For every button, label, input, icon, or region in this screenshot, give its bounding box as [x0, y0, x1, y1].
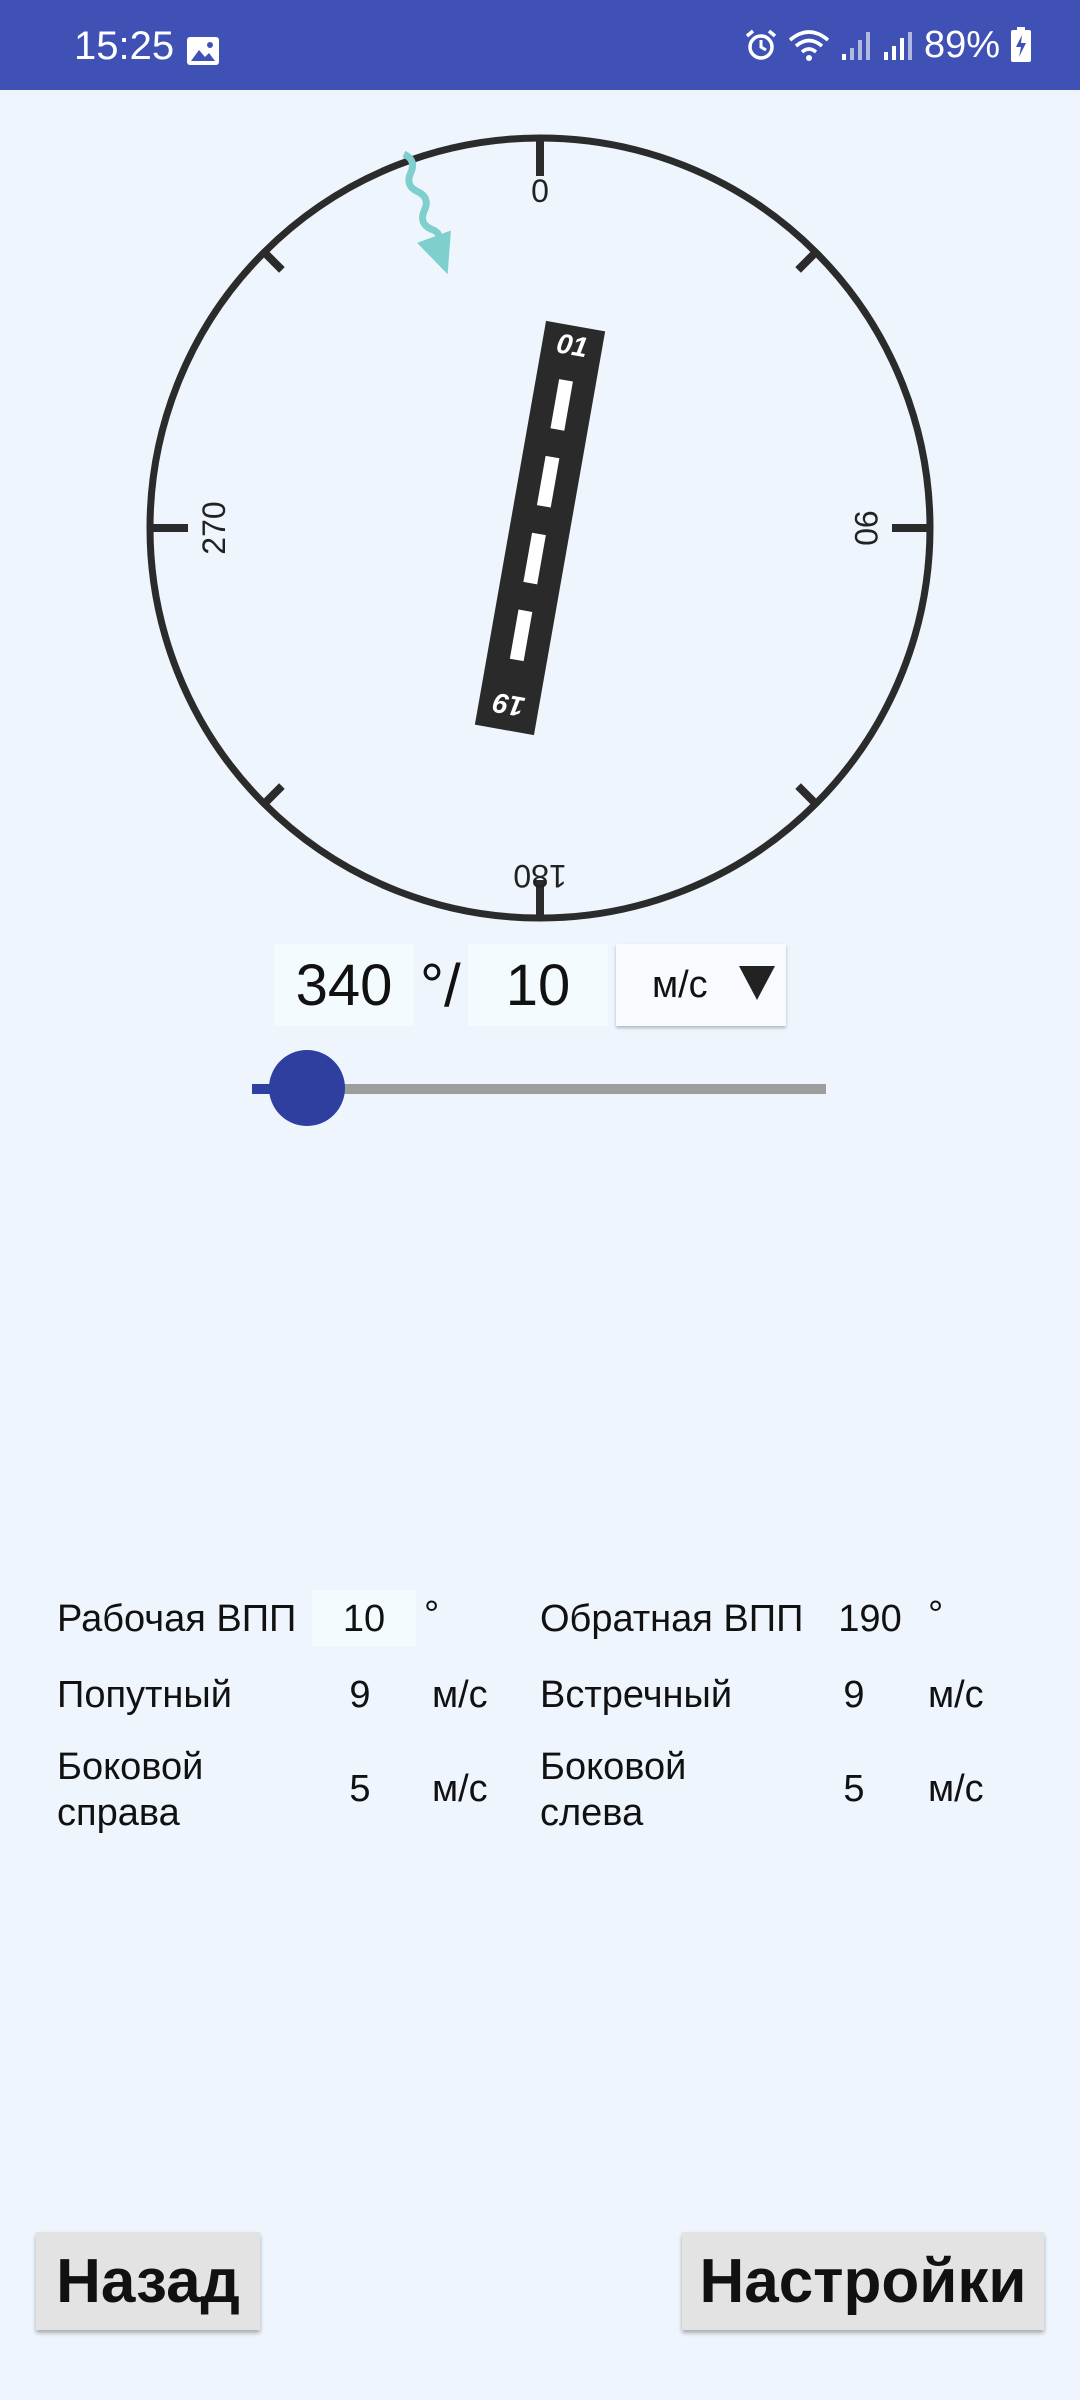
runway-end-19: 19 — [490, 687, 526, 723]
status-bar: 15:25 89% — [0, 0, 1080, 90]
working-runway-value: 10 — [342, 1598, 386, 1640]
compass-label-north: 0 — [531, 173, 549, 209]
degree-separator: °/ — [420, 951, 461, 1019]
wifi-icon — [788, 30, 830, 61]
crosswind-left-unit: м/с — [928, 1768, 984, 1810]
dropdown-arrow-icon — [739, 966, 775, 1000]
runway-end-01: 01 — [554, 327, 590, 363]
headwind-value: 9 — [843, 1674, 865, 1716]
image-icon — [187, 37, 219, 65]
crosswind-right-value: 5 — [349, 1768, 371, 1810]
status-icons: 89% — [744, 22, 1032, 68]
tailwind-value: 9 — [349, 1674, 371, 1716]
signal-icon — [883, 32, 912, 60]
crosswind-left-label-line2: слева — [540, 1792, 644, 1834]
signal-icon — [841, 32, 870, 60]
wind-speed-input[interactable]: 10 — [468, 944, 608, 1026]
battery-level: 89% — [923, 23, 1000, 66]
speed-unit-value: м/с — [652, 963, 708, 1006]
runway-strip: 01 19 — [474, 320, 606, 736]
reverse-runway-label: Обратная ВПП — [540, 1598, 804, 1640]
tailwind-unit: м/с — [432, 1674, 488, 1716]
compass-dial[interactable]: 0 90 180 270 01 19 — [140, 128, 940, 928]
working-runway-unit: ° — [424, 1594, 440, 1636]
crosswind-right-label-line1: Боковой — [57, 1746, 204, 1788]
headwind-label: Встречный — [540, 1674, 733, 1716]
crosswind-left-value: 5 — [843, 1768, 865, 1810]
compass-label-south: 180 — [513, 858, 566, 894]
compass-tick — [261, 249, 285, 273]
compass-label-east: 90 — [848, 510, 884, 546]
crosswind-right-unit: м/с — [432, 1768, 488, 1810]
back-button[interactable]: Назад — [36, 2232, 260, 2330]
reverse-runway-value: 190 — [838, 1598, 902, 1640]
headwind-unit: м/с — [928, 1674, 984, 1716]
reverse-runway-unit: ° — [928, 1594, 944, 1636]
compass-label-west: 270 — [196, 501, 232, 554]
wind-speed-slider[interactable] — [252, 1050, 826, 1126]
compass-tick — [795, 249, 819, 273]
tailwind-label: Попутный — [57, 1674, 232, 1716]
compass-tick — [261, 783, 285, 807]
working-runway-label: Рабочая ВПП — [57, 1598, 297, 1640]
wind-direction-input[interactable]: 340 — [274, 944, 414, 1026]
battery-charging-icon — [1011, 27, 1031, 62]
status-time: 15:25 — [74, 24, 175, 68]
slider-thumb[interactable] — [269, 1050, 346, 1126]
speed-unit-dropdown[interactable]: м/с — [616, 944, 786, 1026]
alarm-icon — [745, 29, 777, 60]
crosswind-left-label-line1: Боковой — [540, 1746, 687, 1788]
compass-tick — [795, 783, 819, 807]
settings-button[interactable]: Настройки — [682, 2232, 1044, 2330]
crosswind-right-label-line2: справа — [57, 1792, 180, 1834]
wind-input-row: 340 °/ 10 м/с — [274, 944, 794, 1028]
